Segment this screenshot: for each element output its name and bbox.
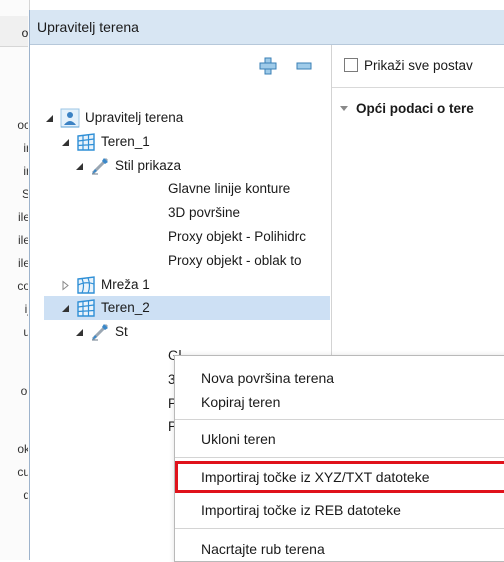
background-text-fragment: co <box>2 279 28 293</box>
tree-item[interactable]: St <box>44 320 330 344</box>
tree-item-label: 3D površine <box>168 205 241 221</box>
background-text-fragment: ok <box>2 442 28 456</box>
background-text-fragment: oi <box>2 384 28 398</box>
section-title: Opći podaci o tere <box>356 101 474 116</box>
title-bar: Upravitelj terena <box>30 10 504 45</box>
section-header[interactable]: Opći podaci o tere <box>340 101 474 116</box>
menu-item-draw-terrain-border[interactable]: Nacrtajte rub terena <box>175 538 504 560</box>
tree-item-label: Glavne linije konture <box>168 181 291 197</box>
add-node-icon[interactable] <box>259 57 277 75</box>
menu-item-label: Kopiraj teren <box>201 394 281 410</box>
terrain-manager-icon <box>60 108 80 128</box>
background-text-fragment: S <box>2 187 28 201</box>
tree-item-label: Teren_2 <box>101 300 150 316</box>
background-text-fragment: d <box>2 488 28 502</box>
menu-separator <box>175 419 504 420</box>
background-text-fragment: ile <box>2 210 28 224</box>
checkbox-box[interactable] <box>344 58 358 72</box>
tree-item[interactable]: Mreža 1 <box>44 273 330 297</box>
highlight-annotation-box <box>175 461 504 493</box>
background-text-fragment: ile <box>2 256 28 270</box>
show-all-settings-checkbox[interactable]: Prikaži sve postav <box>344 58 473 73</box>
chevron-down-icon <box>340 106 348 111</box>
menu-item-import-reb[interactable]: Importiraj točke iz REB datoteke <box>175 499 504 521</box>
tree-item[interactable]: Teren_2 <box>44 296 330 321</box>
background-tab-label: oj <box>21 26 28 40</box>
display-style-icon <box>90 322 110 342</box>
tree-item[interactable]: Teren_1 <box>44 130 330 154</box>
background-text-fragment: ij <box>2 302 28 316</box>
window-title: Upravitelj terena <box>37 19 139 35</box>
background-text-fragment: ir <box>2 164 28 178</box>
background-text: ir <box>23 164 28 178</box>
expanded-arrow-icon[interactable] <box>74 160 85 171</box>
tree-item-label: Proxy objekt - oblak to <box>168 252 302 268</box>
context-menu: Nova površina terena Kopiraj teren Uklon… <box>174 355 504 562</box>
background-text-fragment: u <box>2 325 28 339</box>
tree-item-label: Teren_1 <box>101 133 150 149</box>
background-text: ij <box>24 302 28 316</box>
tree-item-label: Mreža 1 <box>101 276 150 292</box>
background-text: ile <box>17 256 28 270</box>
menu-item-copy-terrain[interactable]: Kopiraj teren <box>175 391 504 413</box>
background-text: u <box>23 325 28 339</box>
background-tab: oj <box>0 16 28 47</box>
expanded-arrow-icon[interactable] <box>74 326 85 337</box>
background-text: oi <box>20 384 28 398</box>
menu-item-label: Ukloni teren <box>201 431 276 447</box>
menu-item-remove-terrain[interactable]: Ukloni teren <box>175 428 504 450</box>
mesh-icon <box>76 275 96 295</box>
background-text: co <box>17 279 28 293</box>
background-text: oc <box>17 118 28 132</box>
background-text: ir <box>23 141 28 155</box>
tree-item[interactable]: Upravitelj terena <box>44 106 330 130</box>
tree-item-label: Upravitelj terena <box>85 110 184 125</box>
collapsed-arrow-icon[interactable] <box>60 279 71 291</box>
terrain-grid-icon <box>76 298 96 318</box>
menu-item-label: Nacrtajte rub terena <box>201 541 325 557</box>
background-text-fragment: cu <box>2 465 28 479</box>
background-text-fragment: oc <box>2 118 28 132</box>
background-text: S <box>22 187 28 201</box>
background-text: d <box>23 488 28 502</box>
divider <box>332 87 504 88</box>
menu-separator <box>175 528 504 529</box>
background-text: cu <box>17 465 28 479</box>
background-window-fragment: oj oc ir ir Sile ile ile co ij u oi ok cu d <box>0 0 30 560</box>
background-text-fragment: ir <box>2 141 28 155</box>
menu-item-label: Importiraj točke iz REB datoteke <box>201 502 401 518</box>
expanded-arrow-icon[interactable] <box>44 112 55 123</box>
show-all-settings-label: Prikaži sve postav <box>364 58 473 73</box>
menu-item-label: Nova površina terena <box>201 370 335 386</box>
remove-node-icon[interactable] <box>295 57 313 75</box>
display-style-icon <box>90 156 110 176</box>
tree-item-label: St <box>115 324 128 340</box>
background-text: ile <box>17 233 28 247</box>
background-text-fragment: ile <box>2 233 28 247</box>
tree-item[interactable]: 3D površine <box>44 201 330 225</box>
tree-item[interactable]: Proxy objekt - oblak to <box>44 249 330 273</box>
tree-item-label: Proxy objekt - Polihidrc <box>168 229 307 244</box>
terrain-grid-icon <box>76 132 96 152</box>
tree-item[interactable]: Proxy objekt - Polihidrc <box>44 225 330 249</box>
expanded-arrow-icon[interactable] <box>60 302 71 313</box>
tree-item-label: Stil prikaza <box>115 157 182 173</box>
background-text: ile <box>17 210 28 224</box>
background-text: ok <box>17 442 28 456</box>
expanded-arrow-icon[interactable] <box>60 136 71 147</box>
tree-item[interactable]: Stil prikaza <box>44 154 330 178</box>
menu-item-new-terrain-surface[interactable]: Nova površina terena <box>175 367 504 389</box>
tree-item[interactable]: Glavne linije konture <box>44 177 330 201</box>
menu-separator <box>175 457 504 458</box>
